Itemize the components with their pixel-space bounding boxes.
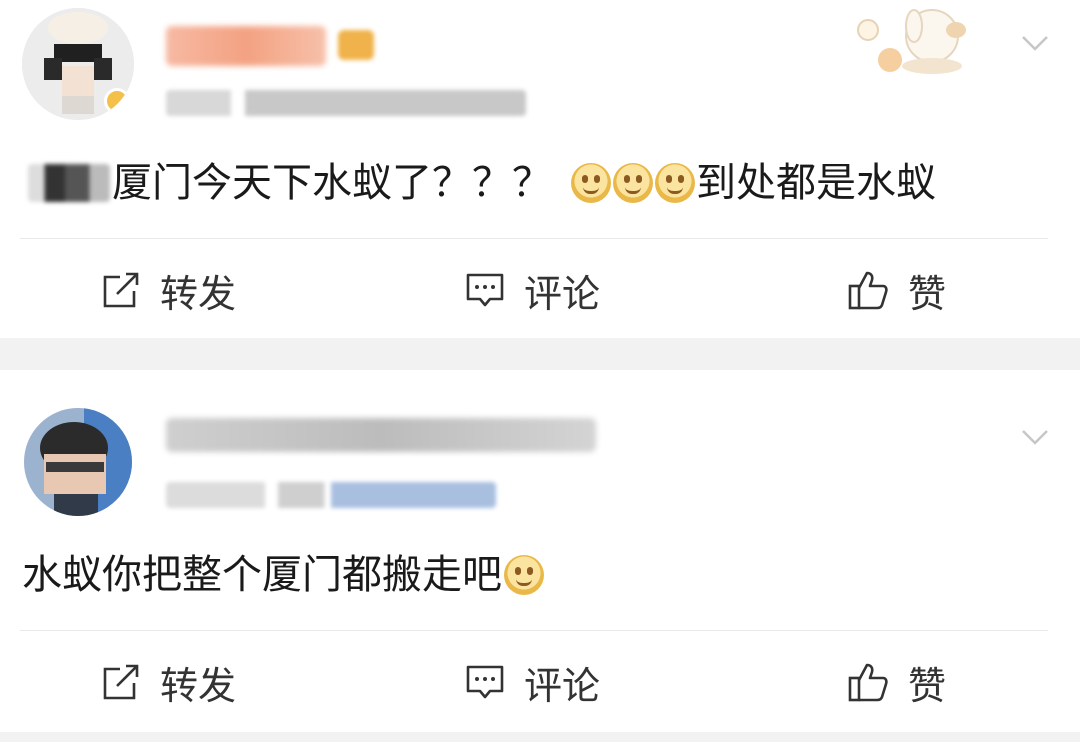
comment-button[interactable]: 评论 (464, 656, 600, 708)
like-label: 赞 (908, 271, 947, 316)
post-card: 厦门今天下水蚁了？？？ 到处都是水蚁 转发 评论 赞 (0, 0, 1080, 338)
verified-badge (104, 88, 130, 114)
comment-icon (466, 273, 504, 307)
vip-crown-icon (338, 30, 374, 60)
repost-button[interactable]: 转发 (100, 656, 236, 708)
mention-blurred[interactable] (28, 164, 110, 202)
smiling-face-emoji (613, 163, 653, 203)
decoration-sticker-icon (857, 9, 966, 74)
comment-icon (466, 665, 504, 699)
repost-icon (103, 272, 139, 308)
username-blurred[interactable] (166, 418, 596, 452)
post-meta-blurred (166, 482, 496, 508)
repost-icon (103, 664, 139, 700)
post-card: 水蚁你把整个厦门都搬走吧 转发 评论 赞 (0, 370, 1080, 732)
avatar[interactable] (22, 8, 134, 120)
like-label: 赞 (908, 663, 947, 708)
thumbs-up-icon (848, 663, 888, 702)
comment-button[interactable]: 评论 (464, 264, 600, 316)
smiling-face-emoji (504, 555, 544, 595)
like-button[interactable]: 赞 (846, 264, 946, 316)
divider (20, 238, 1048, 239)
chevron-down-icon[interactable] (1020, 28, 1050, 58)
repost-button[interactable]: 转发 (100, 264, 236, 316)
post-meta-blurred (166, 90, 526, 116)
comment-label: 评论 (524, 271, 601, 316)
repost-label: 转发 (160, 663, 237, 708)
avatar-image (24, 408, 132, 516)
avatar[interactable] (24, 408, 132, 516)
post-text-continued: 到处都是水蚁 (696, 160, 936, 206)
post-content: 厦门今天下水蚁了？？？ 到处都是水蚁 (28, 158, 936, 208)
post-content: 水蚁你把整个厦门都搬走吧 (22, 550, 545, 600)
divider (20, 630, 1048, 631)
like-button[interactable]: 赞 (846, 656, 946, 708)
smiling-face-emoji (571, 163, 611, 203)
repost-label: 转发 (160, 271, 237, 316)
thumbs-up-icon (848, 271, 888, 310)
chevron-down-icon[interactable] (1020, 422, 1050, 452)
post-text: 厦门今天下水蚁了？？？ (112, 160, 552, 206)
username-blurred[interactable] (166, 26, 326, 66)
smiling-face-emoji (655, 163, 695, 203)
comment-label: 评论 (524, 663, 601, 708)
post-text: 水蚁你把整个厦门都搬走吧 (22, 552, 502, 598)
